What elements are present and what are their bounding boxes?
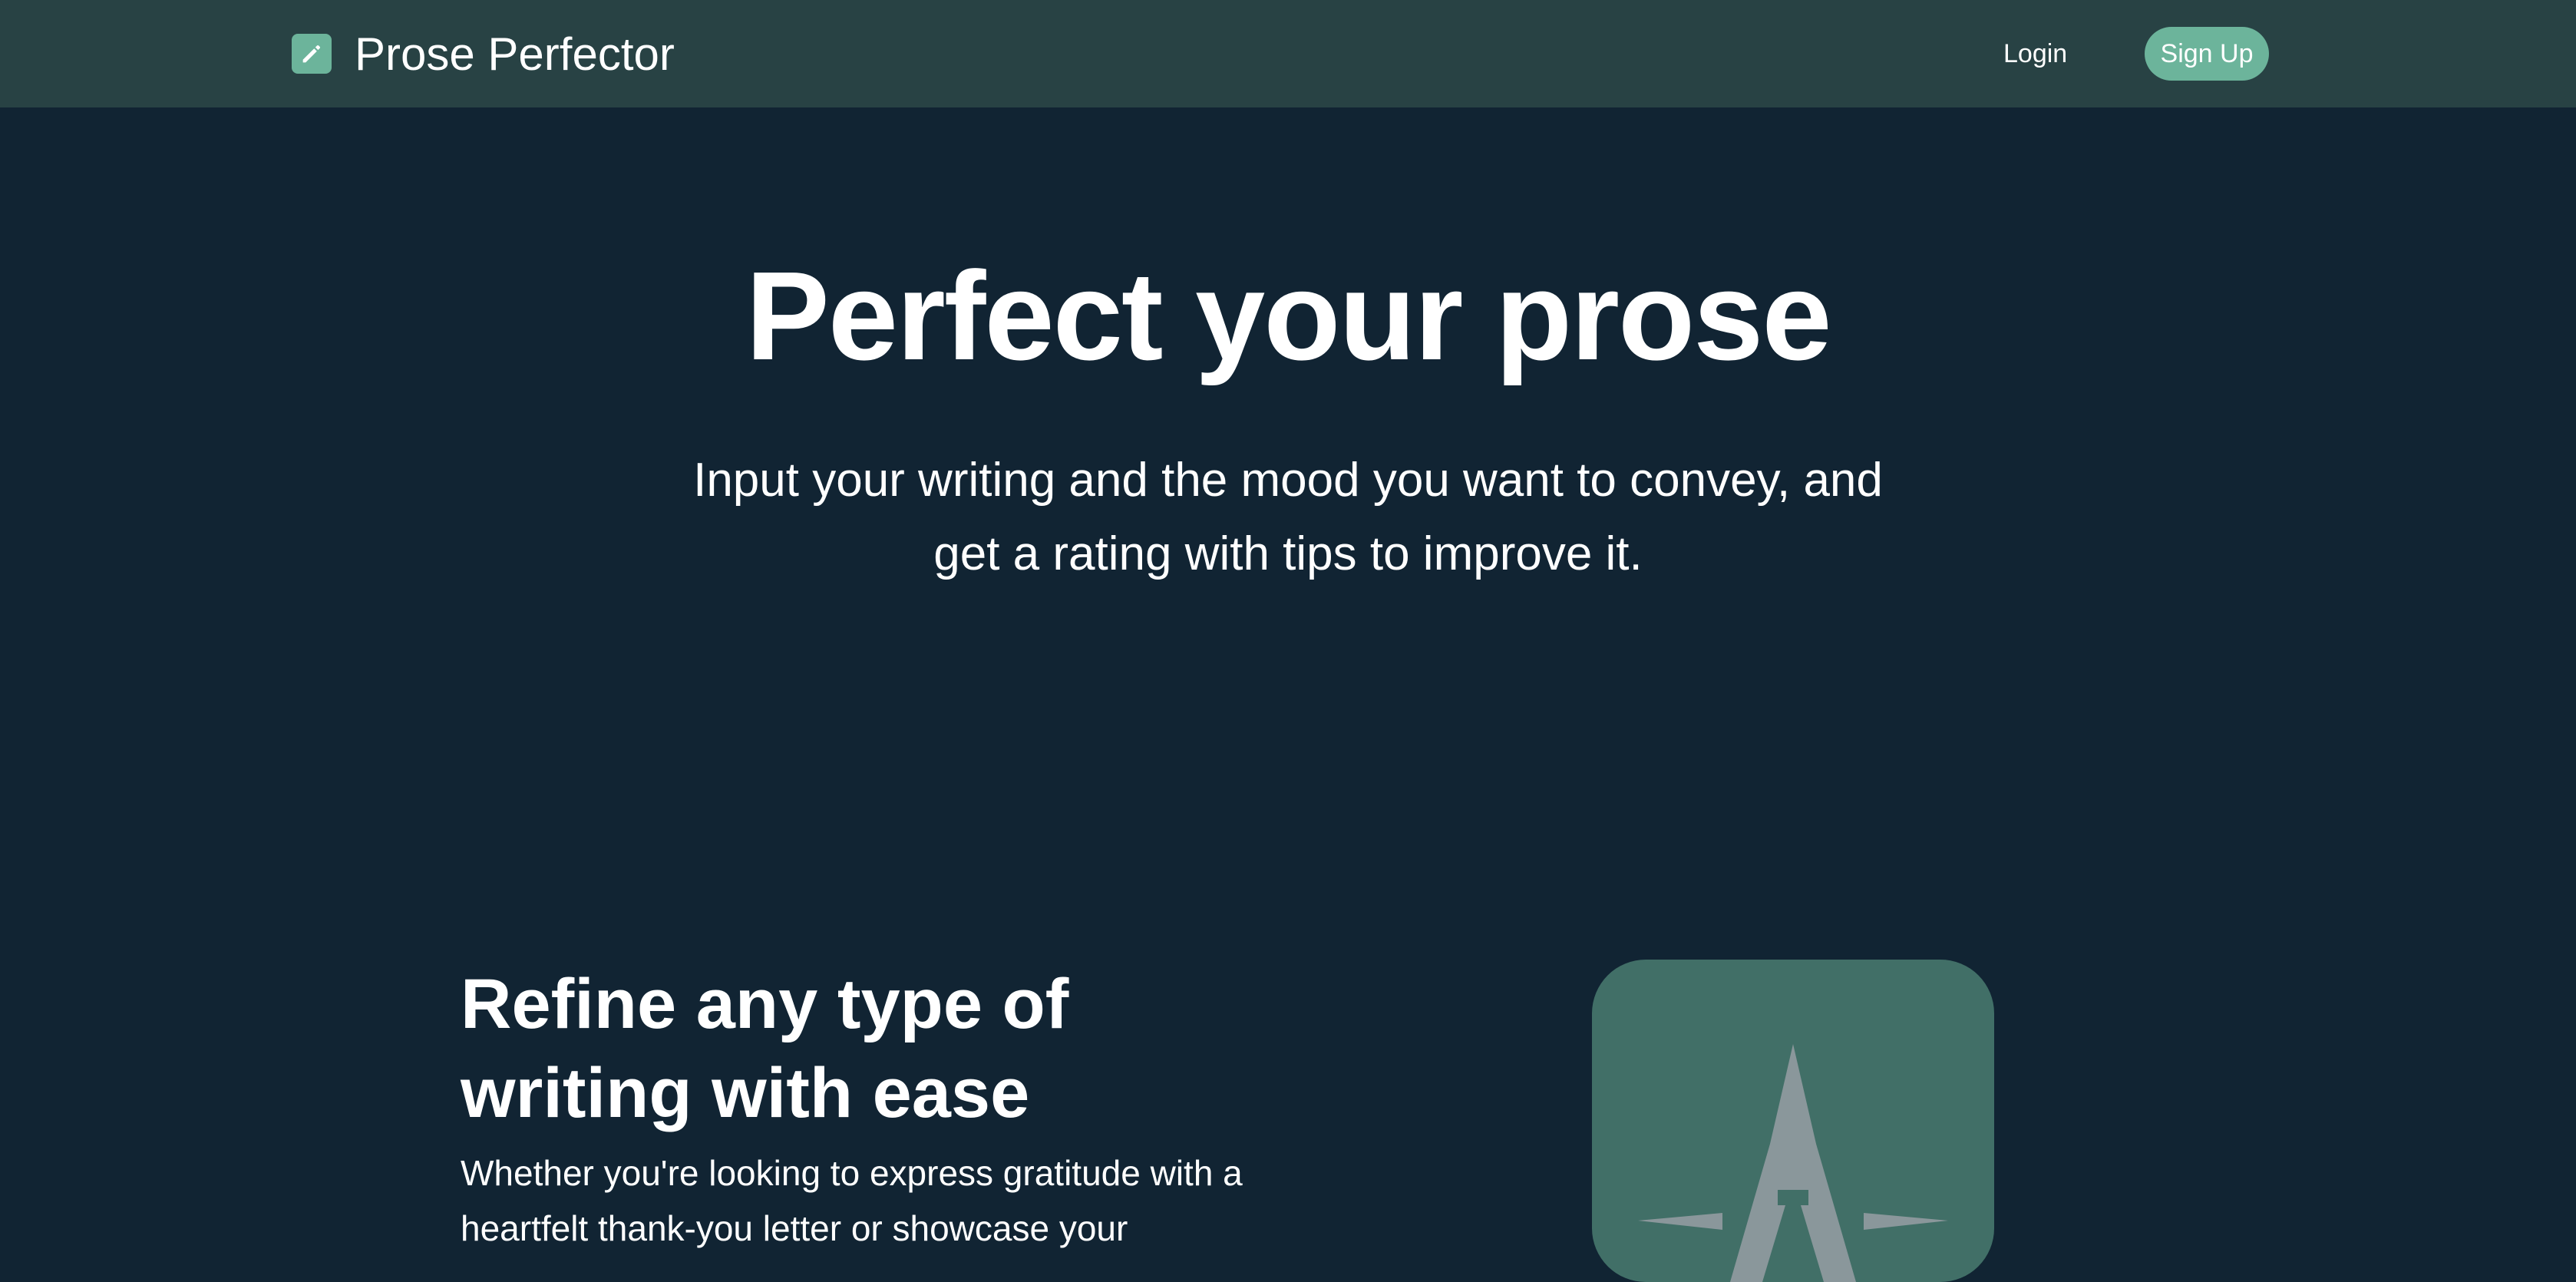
pencil-icon	[292, 34, 332, 74]
brand-name: Prose Perfector	[355, 28, 675, 80]
hero-title: Perfect your prose	[745, 246, 1831, 386]
letter-a-compass-icon	[1638, 1044, 1948, 1282]
brand[interactable]: Prose Perfector	[292, 28, 675, 80]
feature-illustration-card	[1592, 960, 1994, 1282]
signup-button[interactable]: Sign Up	[2145, 27, 2269, 81]
login-link[interactable]: Login	[2003, 29, 2067, 78]
feature-text: Whether you're looking to express gratit…	[461, 1153, 1243, 1248]
hero-subtitle: Input your writing and the mood you want…	[693, 454, 1883, 580]
feature-heading: Refine any type of writing with ease	[461, 965, 1069, 1132]
top-navbar: Prose Perfector Login Sign Up	[0, 0, 2576, 107]
